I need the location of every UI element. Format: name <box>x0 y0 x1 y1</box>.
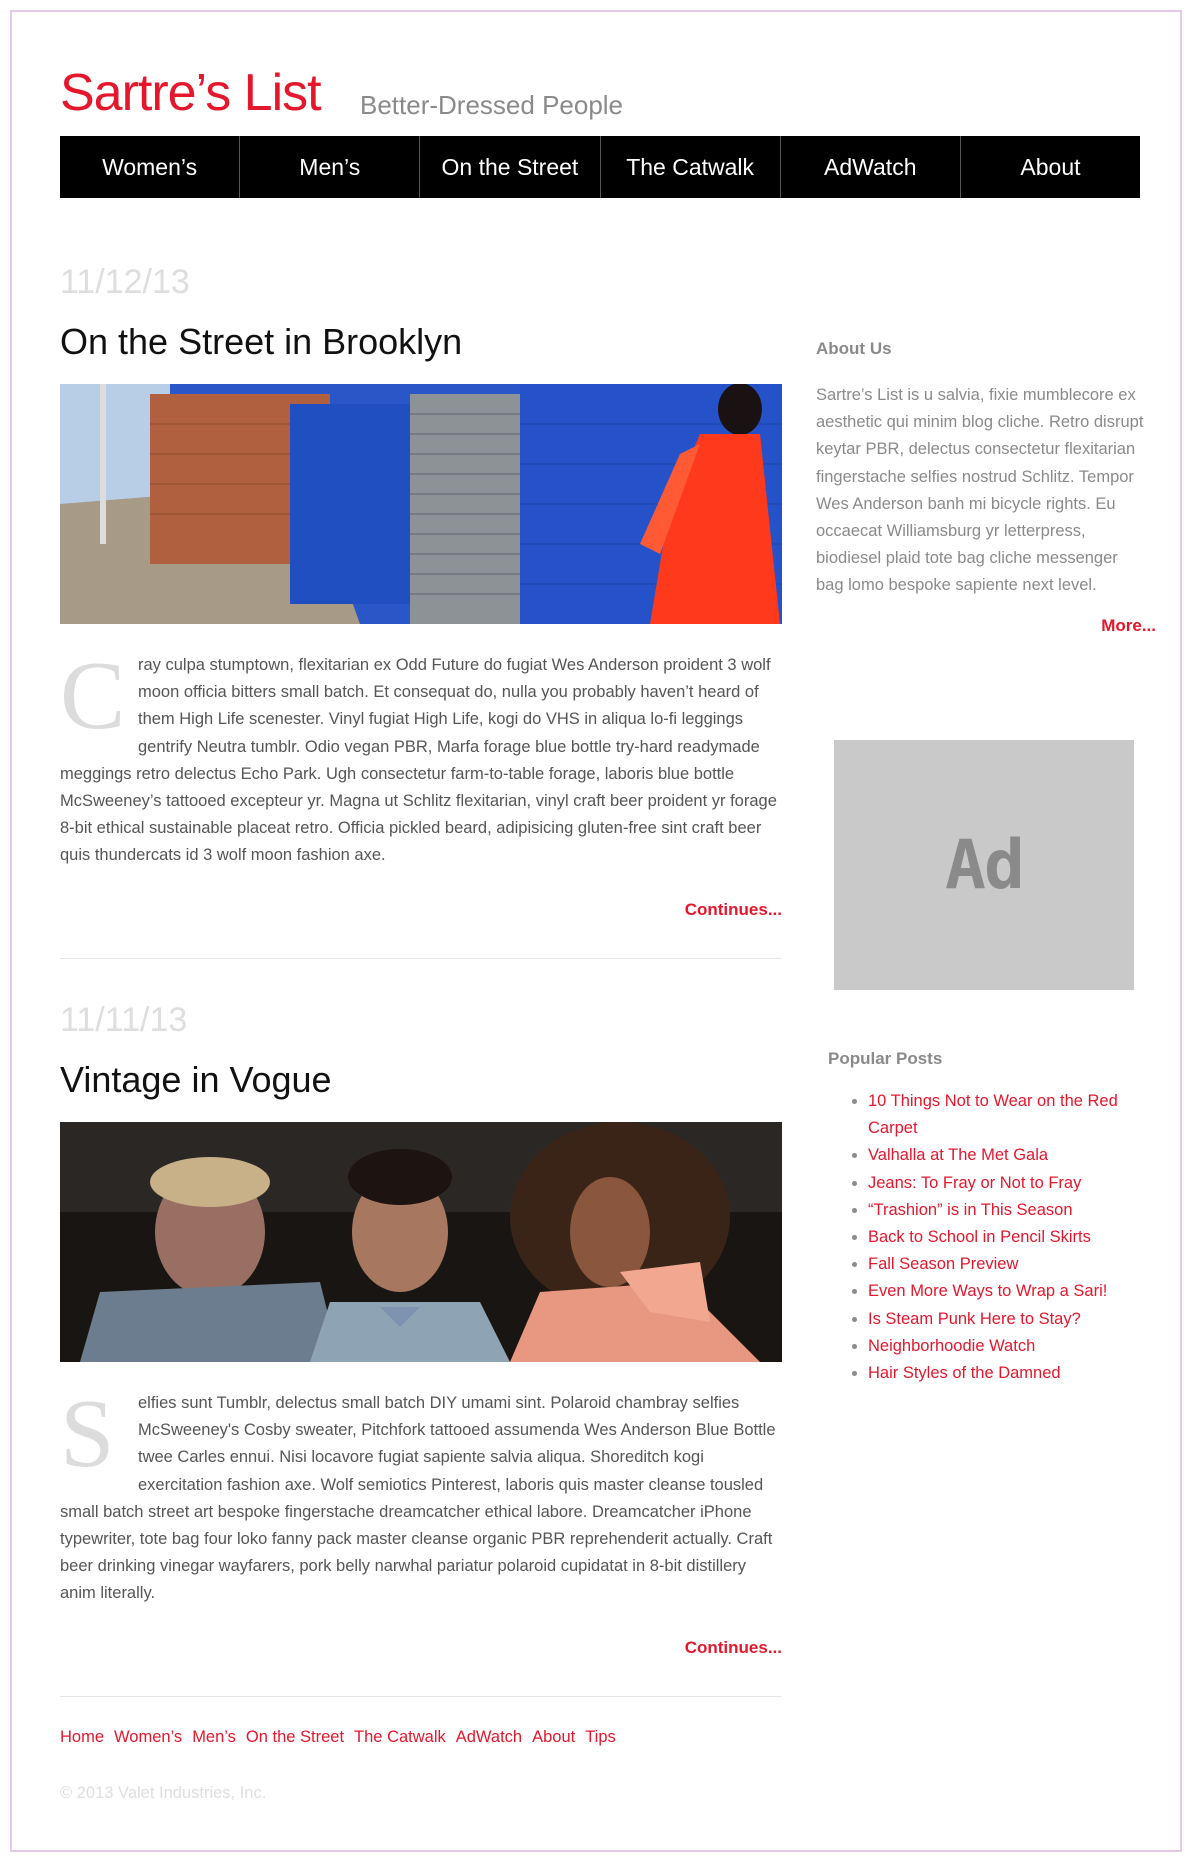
footer-link-adwatch[interactable]: AdWatch <box>456 1728 522 1747</box>
list-item: Is Steam Punk Here to Stay? <box>868 1306 1158 1333</box>
post-excerpt-text: ray culpa stumptown, flexitarian ex Odd … <box>60 656 777 865</box>
popular-post-link[interactable]: Is Steam Punk Here to Stay? <box>868 1310 1081 1328</box>
popular-post-link[interactable]: Hair Styles of the Damned <box>868 1364 1061 1382</box>
list-item: Valhalla at The Met Gala <box>868 1142 1158 1169</box>
list-item: Fall Season Preview <box>868 1251 1158 1278</box>
nav-item-womens[interactable]: Women’s <box>60 136 241 198</box>
site-title[interactable]: Sartre’s List <box>60 62 322 124</box>
popular-posts: Popular Posts 10 Things Not to Wear on t… <box>828 1048 1158 1387</box>
post: 11/11/13 Vintage in Vogue S elfies sunt … <box>60 1000 782 1697</box>
footer-link-about[interactable]: About <box>532 1728 575 1747</box>
footer-link-tips[interactable]: Tips <box>585 1728 616 1747</box>
list-item: “Trashion” is in This Season <box>868 1197 1158 1224</box>
list-item: Neighborhoodie Watch <box>868 1333 1158 1360</box>
post-title[interactable]: Vintage in Vogue <box>60 1058 782 1102</box>
post-date: 11/11/13 <box>60 1001 188 1039</box>
popular-post-link[interactable]: “Trashion” is in This Season <box>868 1201 1073 1219</box>
drop-cap: S <box>60 1380 115 1488</box>
list-item: Even More Ways to Wrap a Sari! <box>868 1278 1158 1305</box>
street-photo <box>60 384 782 624</box>
more-link[interactable]: More... <box>816 616 1166 636</box>
divider <box>60 957 782 959</box>
post-excerpt: C ray culpa stumptown, flexitarian ex Od… <box>60 642 782 870</box>
popular-posts-list: 10 Things Not to Wear on the Red Carpet … <box>828 1088 1158 1387</box>
popular-posts-title: Popular Posts <box>828 1049 943 1068</box>
footer-link-on-the-street[interactable]: On the Street <box>246 1728 344 1747</box>
nav-item-the-catwalk[interactable]: The Catwalk <box>601 136 781 198</box>
popular-post-link[interactable]: Fall Season Preview <box>868 1255 1018 1273</box>
list-item: Back to School in Pencil Skirts <box>868 1224 1158 1251</box>
post: 11/12/13 On the Street in Brooklyn C ray… <box>60 262 782 959</box>
about-us-text: Sartre’s List is u salvia, fixie mumblec… <box>816 386 1144 595</box>
ad-placeholder[interactable]: Ad <box>834 740 1134 990</box>
footer-link-womens[interactable]: Women’s <box>114 1728 182 1747</box>
about-us-title: About Us <box>816 339 892 358</box>
ad-label: Ad <box>945 825 1025 905</box>
list-item: 10 Things Not to Wear on the Red Carpet <box>868 1088 1158 1142</box>
popular-post-link[interactable]: Neighborhoodie Watch <box>868 1337 1035 1355</box>
main-nav: Women’s Men’s On the Street The Catwalk … <box>60 136 1140 198</box>
post-excerpt-text: elfies sunt Tumblr, delectus small batch… <box>60 1394 776 1603</box>
post-excerpt: S elfies sunt Tumblr, delectus small bat… <box>60 1380 782 1608</box>
copyright: © 2013 Valet Industries, Inc. <box>60 1784 267 1802</box>
popular-post-link[interactable]: Even More Ways to Wrap a Sari! <box>868 1282 1107 1300</box>
post-image[interactable] <box>60 1122 782 1362</box>
footer-nav: Home Women’s Men’s On the Street The Cat… <box>60 1728 616 1747</box>
post-date: 11/12/13 <box>60 263 190 301</box>
divider <box>60 1695 782 1697</box>
nav-item-adwatch[interactable]: AdWatch <box>781 136 961 198</box>
nav-item-on-the-street[interactable]: On the Street <box>420 136 601 198</box>
post-title[interactable]: On the Street in Brooklyn <box>60 320 782 364</box>
footer-link-mens[interactable]: Men’s <box>192 1728 236 1747</box>
popular-post-link[interactable]: Valhalla at The Met Gala <box>868 1146 1048 1164</box>
site-tagline: Better-Dressed People <box>360 90 624 120</box>
drop-cap: C <box>60 642 126 750</box>
continues-link[interactable]: Continues... <box>60 900 782 920</box>
list-item: Hair Styles of the Damned <box>868 1360 1158 1387</box>
continues-link[interactable]: Continues... <box>60 1638 782 1658</box>
vintage-photo <box>60 1122 782 1362</box>
popular-post-link[interactable]: Jeans: To Fray or Not to Fray <box>868 1174 1081 1192</box>
list-item: Jeans: To Fray or Not to Fray <box>868 1170 1158 1197</box>
footer-link-the-catwalk[interactable]: The Catwalk <box>354 1728 446 1747</box>
nav-item-mens[interactable]: Men’s <box>240 136 421 198</box>
sidebar-about: About Us Sartre’s List is u salvia, fixi… <box>816 322 1166 636</box>
popular-post-link[interactable]: 10 Things Not to Wear on the Red Carpet <box>868 1092 1118 1137</box>
post-image[interactable] <box>60 384 782 624</box>
popular-post-link[interactable]: Back to School in Pencil Skirts <box>868 1228 1091 1246</box>
footer-link-home[interactable]: Home <box>60 1728 104 1747</box>
nav-item-about[interactable]: About <box>961 136 1140 198</box>
